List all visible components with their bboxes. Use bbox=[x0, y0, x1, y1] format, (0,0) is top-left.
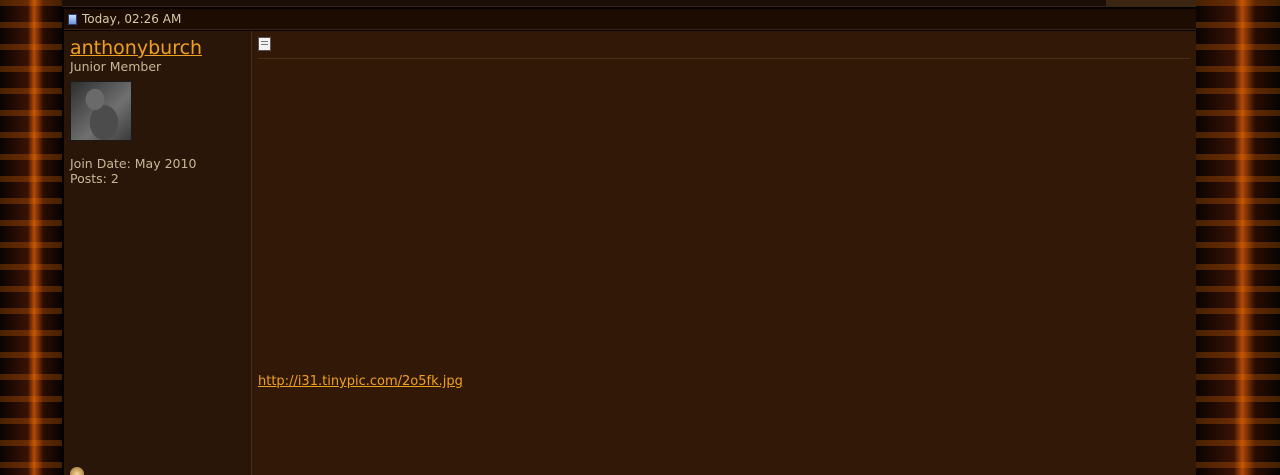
user-info-panel: anthonyburch Junior Member Join Date: Ma… bbox=[64, 31, 252, 475]
right-decorative-border bbox=[1196, 0, 1280, 475]
avatar[interactable] bbox=[70, 81, 132, 141]
post-icon bbox=[258, 37, 271, 51]
post-header: Today, 02:26 AM bbox=[64, 9, 1196, 30]
post-row: anthonyburch Junior Member Join Date: Ma… bbox=[64, 31, 1196, 475]
post-date-icon bbox=[68, 13, 77, 25]
post-body bbox=[258, 68, 1190, 368]
post-count: Posts: 2 bbox=[70, 171, 119, 186]
user-stats: Join Date: May 2010 Posts: 2 bbox=[70, 156, 245, 186]
top-bar bbox=[62, 0, 1196, 7]
username-link[interactable]: anthonyburch bbox=[70, 37, 245, 59]
left-decorative-border bbox=[0, 0, 62, 475]
post-content: http://i31.tinypic.com/2o5fk.jpg bbox=[252, 31, 1196, 475]
forum-page: Today, 02:26 AM anthonyburch Junior Memb… bbox=[0, 0, 1280, 475]
top-bar-tab bbox=[1106, 0, 1196, 6]
online-status-icon bbox=[70, 467, 84, 475]
post-date: Today, 02:26 AM bbox=[82, 12, 182, 26]
user-title: Junior Member bbox=[70, 59, 162, 74]
post-title bbox=[258, 37, 1190, 59]
post-link[interactable]: http://i31.tinypic.com/2o5fk.jpg bbox=[258, 374, 463, 390]
join-date: Join Date: May 2010 bbox=[70, 156, 197, 171]
